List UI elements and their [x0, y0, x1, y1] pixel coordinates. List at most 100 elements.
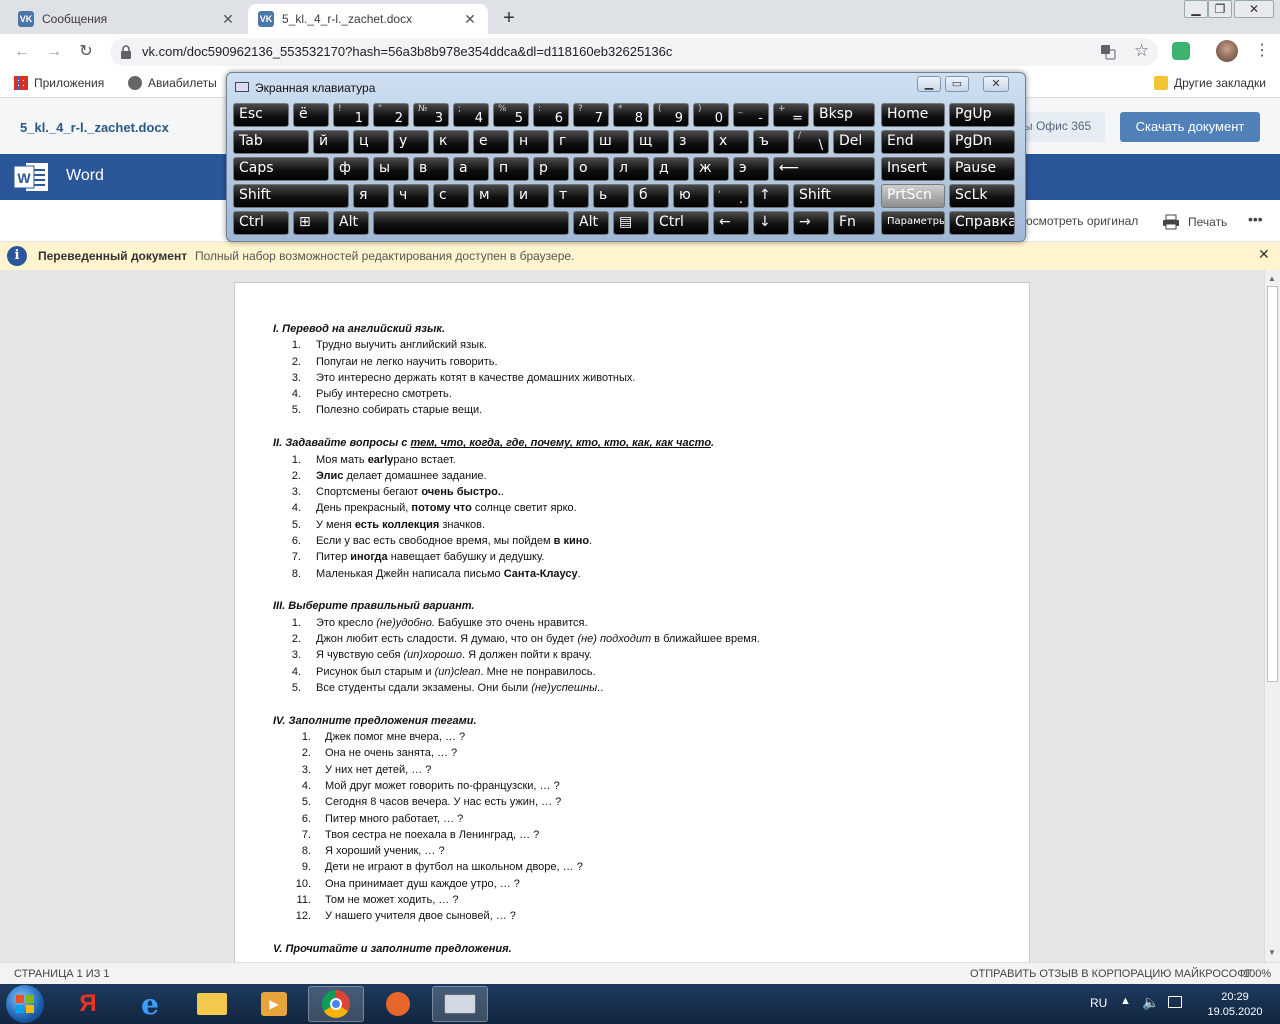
osk-maximize-button[interactable]: ▭ — [945, 76, 969, 92]
osk-close-button[interactable]: ✕ — [983, 76, 1009, 92]
translate-icon[interactable] — [1100, 44, 1116, 60]
key-з[interactable]: з — [673, 130, 709, 154]
key-end[interactable]: End — [881, 130, 945, 154]
minimize-window-button[interactable]: ▁ — [1184, 0, 1208, 18]
key-"2[interactable]: " 2 — [373, 103, 409, 127]
key-ь[interactable]: ь — [593, 184, 629, 208]
key-▤[interactable]: ▤ — [613, 211, 649, 235]
key-м[interactable]: м — [473, 184, 509, 208]
zoom-level[interactable]: 100% — [1243, 968, 1271, 980]
key-bksp[interactable]: Bksp — [813, 103, 875, 127]
key-_-[interactable]: _ - — [733, 103, 769, 127]
key-?7[interactable]: ? 7 — [573, 103, 609, 127]
key-у[interactable]: у — [393, 130, 429, 154]
key-б[interactable]: б — [633, 184, 669, 208]
yandex-browser-icon[interactable]: Я — [60, 986, 116, 1022]
on-screen-keyboard-icon[interactable] — [432, 986, 488, 1022]
key-del[interactable]: Del — [833, 130, 875, 154]
key-х[interactable]: х — [713, 130, 749, 154]
key-space[interactable] — [373, 211, 569, 235]
key-⟵[interactable]: ⟵ — [773, 157, 875, 181]
tab-document[interactable]: VK 5_kl._4_r-l._zachet.docx ✕ — [248, 4, 488, 34]
restore-window-button[interactable]: ❐ — [1208, 0, 1232, 18]
key-н[interactable]: н — [513, 130, 549, 154]
key-fn[interactable]: Fn — [833, 211, 875, 235]
extension-icon[interactable] — [1172, 42, 1190, 60]
feedback-link[interactable]: ОТПРАВИТЬ ОТЗЫВ В КОРПОРАЦИЮ МАЙКРОСОФТ — [970, 968, 1252, 980]
key-ы[interactable]: ы — [373, 157, 409, 181]
bookmark-avia[interactable]: Авиабилеты — [128, 76, 217, 90]
file-explorer-icon[interactable] — [184, 986, 240, 1022]
key-↑[interactable]: ↑ — [753, 184, 789, 208]
print-button[interactable]: Печать — [1162, 214, 1227, 230]
close-window-button[interactable]: ✕ — [1234, 0, 1274, 18]
key-й[interactable]: й — [313, 130, 349, 154]
key-)0[interactable]: ) 0 — [693, 103, 729, 127]
key-/\[interactable]: / \ — [793, 130, 829, 154]
key-щ[interactable]: щ — [633, 130, 669, 154]
key-ctrl[interactable]: Ctrl — [233, 211, 289, 235]
clock[interactable]: 20:29 19.05.2020 — [1200, 990, 1270, 1020]
bookmark-apps[interactable]: Приложения — [14, 76, 104, 90]
key-,.[interactable]: ,. — [713, 184, 749, 208]
key-г[interactable]: г — [553, 130, 589, 154]
key-insert[interactable]: Insert — [881, 157, 945, 181]
key-shift[interactable]: Shift — [233, 184, 349, 208]
key-:6[interactable]: :6 — [533, 103, 569, 127]
close-tab-icon[interactable]: ✕ — [462, 11, 478, 28]
key-д[interactable]: д — [653, 157, 689, 181]
key-tab[interactable]: Tab — [233, 130, 309, 154]
key-(9[interactable]: (9 — [653, 103, 689, 127]
key-pause[interactable]: Pause — [949, 157, 1015, 181]
key-с[interactable]: с — [433, 184, 469, 208]
forward-arrow-icon[interactable]: → — [44, 42, 64, 62]
key-%5[interactable]: % 5 — [493, 103, 529, 127]
map-pin-icon[interactable] — [370, 986, 426, 1022]
key-р[interactable]: р — [533, 157, 569, 181]
key-а[interactable]: а — [453, 157, 489, 181]
profile-avatar[interactable] — [1216, 40, 1238, 62]
key-параметры[interactable]: Параметры — [881, 211, 945, 235]
key-↓[interactable]: ↓ — [753, 211, 789, 235]
key-pgdn[interactable]: PgDn — [949, 130, 1015, 154]
key-ю[interactable]: ю — [673, 184, 709, 208]
key-в[interactable]: в — [413, 157, 449, 181]
tab-messages[interactable]: VK Сообщения ✕ — [8, 4, 246, 34]
reload-icon[interactable]: ↻ — [76, 42, 96, 62]
key-⊞[interactable]: ⊞ — [293, 211, 329, 235]
key-!1[interactable]: ! 1 — [333, 103, 369, 127]
key-+=[interactable]: + = — [773, 103, 809, 127]
key-№3[interactable]: № 3 — [413, 103, 449, 127]
key-э[interactable]: э — [733, 157, 769, 181]
key-caps[interactable]: Caps — [233, 157, 329, 181]
internet-explorer-icon[interactable]: e — [122, 986, 178, 1022]
close-tab-icon[interactable]: ✕ — [220, 11, 236, 28]
bookmark-other[interactable]: Другие закладки — [1154, 76, 1266, 90]
volume-icon[interactable]: 🔈 — [1142, 994, 1159, 1011]
key-л[interactable]: л — [613, 157, 649, 181]
key-о[interactable]: о — [573, 157, 609, 181]
key-alt[interactable]: Alt — [573, 211, 609, 235]
key-п[interactable]: п — [493, 157, 529, 181]
key-ф[interactable]: ф — [333, 157, 369, 181]
star-icon[interactable]: ☆ — [1134, 41, 1149, 61]
key-←[interactable]: ← — [713, 211, 749, 235]
more-options-icon[interactable]: ••• — [1248, 211, 1263, 227]
key-е[interactable]: е — [473, 130, 509, 154]
key-к[interactable]: к — [433, 130, 469, 154]
menu-dots-icon[interactable]: ⋮ — [1254, 40, 1270, 60]
chrome-icon[interactable] — [308, 986, 364, 1022]
scrollbar-thumb[interactable] — [1267, 286, 1278, 682]
key-справка[interactable]: Справка — [949, 211, 1015, 235]
new-tab-button[interactable]: + — [496, 6, 522, 32]
vertical-scrollbar[interactable]: ▲ ▼ — [1264, 270, 1280, 962]
key-ц[interactable]: ц — [353, 130, 389, 154]
key-;4[interactable]: ; 4 — [453, 103, 489, 127]
key-*8[interactable]: * 8 — [613, 103, 649, 127]
key-ч[interactable]: ч — [393, 184, 429, 208]
key-ъ[interactable]: ъ — [753, 130, 789, 154]
download-button[interactable]: Скачать документ — [1120, 112, 1260, 142]
key-sclk[interactable]: ScLk — [949, 184, 1015, 208]
close-icon[interactable]: ✕ — [1258, 246, 1270, 263]
key-home[interactable]: Home — [881, 103, 945, 127]
